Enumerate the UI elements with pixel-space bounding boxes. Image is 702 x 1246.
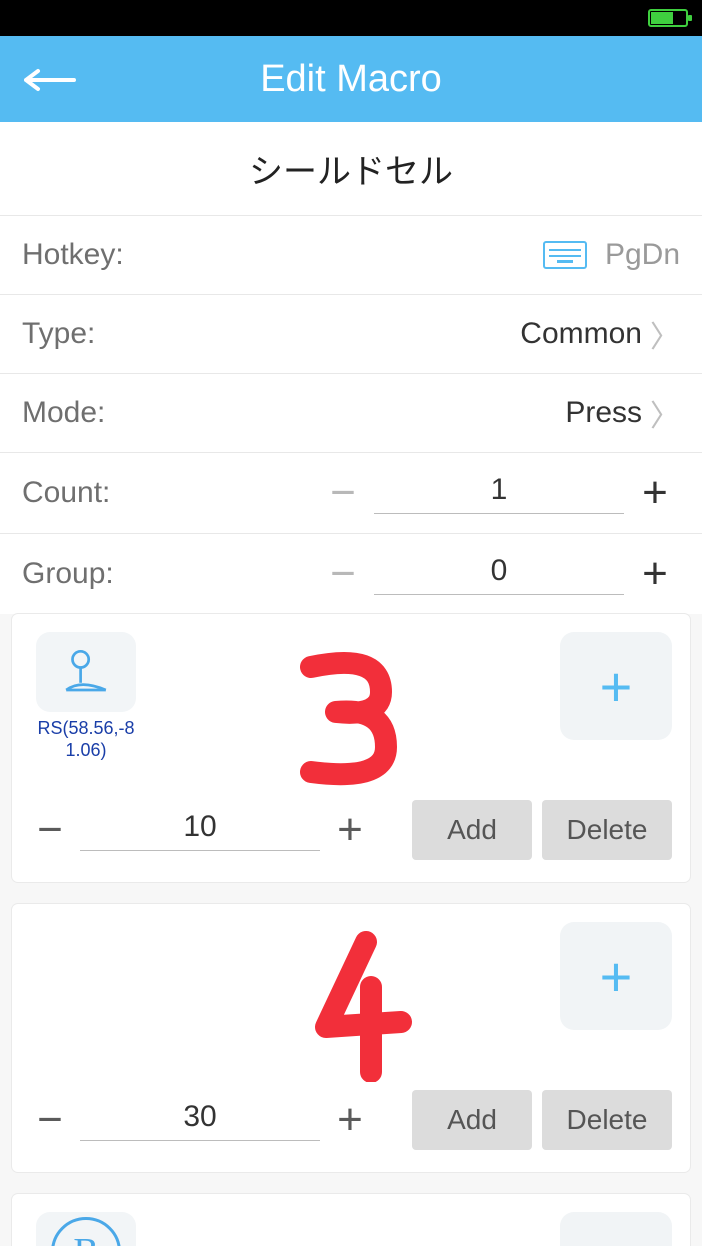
macro-name: シールドセル <box>0 122 702 215</box>
nav-title: Edit Macro <box>0 58 702 101</box>
step-card: B + <box>12 1194 690 1246</box>
type-label: Type: <box>22 317 95 351</box>
step-action-chip[interactable]: B <box>30 1212 142 1246</box>
delay-plus-button[interactable]: + <box>330 1095 370 1145</box>
type-value: Common <box>520 317 642 351</box>
joystick-icon <box>36 632 136 712</box>
step-card: + − 30 + Add Delete <box>12 904 690 1172</box>
count-plus-button[interactable]: + <box>630 468 680 518</box>
count-label: Count: <box>22 476 222 510</box>
hotkey-value: PgDn <box>605 238 680 272</box>
group-plus-button[interactable]: + <box>630 549 680 599</box>
chevron-right-icon: 〉 <box>650 391 680 435</box>
hotkey-row[interactable]: Hotkey: PgDn <box>0 216 702 294</box>
group-minus-button[interactable]: − <box>318 549 368 599</box>
count-value[interactable]: 1 <box>374 473 624 514</box>
step-action-chip[interactable]: RS(58.56,-81.06) <box>30 632 142 761</box>
user-annotation <box>142 922 560 1082</box>
group-row: Group: − 0 + <box>0 534 702 614</box>
chevron-right-icon: 〉 <box>650 312 680 356</box>
step-add-action-button[interactable]: + <box>560 922 672 1030</box>
back-arrow-icon <box>24 68 76 92</box>
battery-icon <box>648 9 688 27</box>
group-value[interactable]: 0 <box>374 554 624 595</box>
user-annotation <box>142 632 560 792</box>
step-add-action-button[interactable]: + <box>560 632 672 740</box>
step-delete-button[interactable]: Delete <box>542 1090 672 1150</box>
step-add-action-button[interactable]: + <box>560 1212 672 1246</box>
mode-row[interactable]: Mode: Press 〉 <box>0 374 702 452</box>
delay-plus-button[interactable]: + <box>330 805 370 855</box>
keyboard-icon <box>543 241 587 269</box>
count-minus-button[interactable]: − <box>318 468 368 518</box>
count-row: Count: − 1 + <box>0 453 702 533</box>
status-bar <box>0 0 702 36</box>
step-card: RS(58.56,-81.06) + − 10 + Add Delete <box>12 614 690 882</box>
delay-value[interactable]: 30 <box>80 1100 320 1141</box>
mode-label: Mode: <box>22 396 105 430</box>
step-action-label: RS(58.56,-81.06) <box>31 718 141 761</box>
mode-value: Press <box>565 396 642 430</box>
steps-list: RS(58.56,-81.06) + − 10 + Add Delete <box>0 614 702 1246</box>
b-button-icon: B <box>36 1212 136 1246</box>
step-add-button[interactable]: Add <box>412 1090 532 1150</box>
step-delete-button[interactable]: Delete <box>542 800 672 860</box>
step-add-button[interactable]: Add <box>412 800 532 860</box>
nav-bar: Edit Macro <box>0 36 702 122</box>
delay-value[interactable]: 10 <box>80 810 320 851</box>
delay-minus-button[interactable]: − <box>30 805 70 855</box>
group-label: Group: <box>22 557 222 591</box>
back-button[interactable] <box>24 59 76 99</box>
type-row[interactable]: Type: Common 〉 <box>0 295 702 373</box>
delay-minus-button[interactable]: − <box>30 1095 70 1145</box>
hotkey-label: Hotkey: <box>22 238 124 272</box>
